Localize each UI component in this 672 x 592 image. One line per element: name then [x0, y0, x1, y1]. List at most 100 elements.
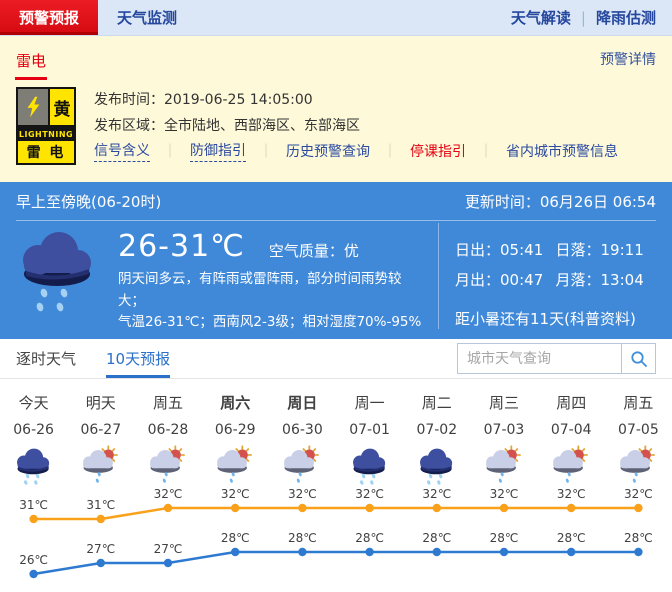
high-temp-label: 32℃ — [288, 487, 317, 501]
nav-separator: | — [581, 9, 586, 27]
sun-shower-icon — [146, 445, 190, 487]
forecast-day-column[interactable]: 周一07-01 — [336, 392, 403, 487]
high-temp-point — [567, 504, 575, 512]
rain-icon — [12, 445, 56, 487]
low-temp-point — [433, 548, 441, 556]
today-header: 早上至傍晚(06-20时) 更新时间：06月26日 06:54 — [16, 182, 656, 221]
day-weather-icon — [538, 445, 605, 487]
today-body: 26-31℃ 空气质量：优 阴天间多云，有阵雨或雷阵雨，部分时间雨势较大； 气温… — [16, 221, 656, 334]
warning-tabbar: 雷电 预警详情 — [16, 36, 656, 80]
high-temp-point — [634, 504, 642, 512]
day-name: 今天 — [0, 392, 67, 413]
forecast-day-column[interactable]: 周五07-05 — [605, 392, 672, 487]
link-weather-interpretation[interactable]: 天气解读 — [511, 7, 571, 28]
high-temp-point — [231, 504, 239, 512]
day-date: 07-03 — [470, 422, 537, 438]
low-temp-label: 27℃ — [86, 542, 115, 556]
update-time-value: 06月26日 06:54 — [540, 193, 656, 211]
forecast-day-column[interactable]: 周四07-04 — [538, 392, 605, 487]
link-class-suspension-guide[interactable]: 停课指引 — [410, 141, 466, 161]
search-button[interactable] — [621, 343, 656, 374]
publish-time-label: 发布时间： — [94, 92, 164, 108]
warning-code-text: LIGHTNING — [18, 127, 74, 141]
publish-area-label: 发布区域： — [94, 118, 164, 134]
link-warning-history[interactable]: 历史预警查询 — [286, 141, 370, 161]
link-separator: ｜ — [383, 141, 397, 161]
low-temp-label: 27℃ — [154, 542, 183, 556]
tab-10day-forecast[interactable]: 10天预报 — [106, 339, 170, 378]
low-temp-label: 28℃ — [422, 531, 451, 545]
tab-weather-monitor[interactable]: 天气监测 — [98, 0, 196, 35]
tab-warning-forecast[interactable]: 预警预报 — [0, 0, 98, 35]
city-search-input[interactable] — [457, 343, 621, 374]
high-temp-line — [34, 508, 639, 519]
high-temp-point — [164, 504, 172, 512]
link-rain-estimation[interactable]: 降雨估测 — [596, 7, 656, 28]
day-weather-icon — [605, 445, 672, 487]
forecast-day-column[interactable]: 周五 06-28 — [134, 392, 201, 487]
day-name: 周一 — [336, 392, 403, 413]
high-temp-label: 32℃ — [221, 487, 250, 501]
warning-detail-link[interactable]: 预警详情 — [600, 49, 656, 80]
low-temp-point — [29, 570, 37, 578]
warning-links: 信号含义 ｜ 防御指引 ｜ 历史预警查询 ｜ 停课指引 ｜ 省内城市预警信息 — [94, 140, 618, 162]
day-date: 06-30 — [269, 422, 336, 438]
moonrise: 月出：00:47 — [455, 269, 556, 290]
forecast-day-column[interactable]: 明天06-27 — [67, 392, 134, 487]
high-temp-label: 32℃ — [422, 487, 451, 501]
link-separator: ｜ — [163, 141, 177, 161]
air-quality-value: 优 — [344, 242, 359, 260]
publish-time-row: 发布时间：2019-06-25 14:05:00 — [94, 89, 618, 109]
day-weather-icon — [67, 445, 134, 487]
weather-description-line2: 气温26-31℃；西南风2-3级；相对湿度70%-95% — [118, 312, 424, 334]
high-temp-label: 32℃ — [624, 487, 653, 501]
forecast-day-column[interactable]: 周二07-02 — [403, 392, 470, 487]
low-temp-point — [500, 548, 508, 556]
warning-info: 发布时间：2019-06-25 14:05:00 发布区域：全市陆地、西部海区、… — [94, 87, 618, 165]
warning-panel: 雷电 预警详情 黄 LIGHTNING 雷 电 发布时间：2019-06-25 … — [0, 36, 672, 182]
lightning-warning-badge-icon: 黄 LIGHTNING 雷 电 — [16, 87, 76, 165]
link-separator: ｜ — [259, 141, 273, 161]
link-signal-meaning[interactable]: 信号含义 — [94, 140, 150, 162]
day-date: 06-28 — [134, 422, 201, 438]
high-temp-label: 32℃ — [557, 487, 586, 501]
sun-shower-icon — [79, 445, 123, 487]
warning-name-text: 雷 电 — [18, 141, 74, 163]
day-weather-icon — [470, 445, 537, 487]
forecast-day-column[interactable]: 周三07-03 — [470, 392, 537, 487]
forecast-day-column[interactable]: 周六06-29 — [202, 392, 269, 487]
top-nav: 预警预报 天气监测 天气解读 | 降雨估测 — [0, 0, 672, 36]
moonset: 月落：13:04 — [556, 269, 657, 290]
high-temp-point — [29, 515, 37, 523]
link-defense-guide[interactable]: 防御指引 — [190, 140, 246, 162]
high-temp-point — [500, 504, 508, 512]
low-temp-line — [34, 552, 639, 574]
day-name: 周五 — [134, 392, 201, 413]
publish-area-row: 发布区域：全市陆地、西部海区、东部海区 — [94, 115, 618, 135]
rain-icon — [415, 445, 459, 487]
low-temp-label: 28℃ — [490, 531, 519, 545]
today-weather-panel: 早上至傍晚(06-20时) 更新时间：06月26日 06:54 — [0, 182, 672, 339]
day-name: 周日 — [269, 392, 336, 413]
temp-chart: 31℃31℃32℃32℃32℃32℃32℃32℃32℃32℃26℃27℃27℃2… — [0, 487, 672, 592]
forecast-day-column[interactable]: 今天06-26 — [0, 392, 67, 487]
day-date: 07-02 — [403, 422, 470, 438]
high-temp-point — [298, 504, 306, 512]
day-weather-icon — [269, 445, 336, 487]
warning-type-tab[interactable]: 雷电 — [16, 50, 46, 80]
high-temp-point — [433, 504, 441, 512]
search-icon — [630, 350, 648, 368]
low-temp-point — [634, 548, 642, 556]
high-temp-label: 31℃ — [86, 498, 115, 512]
high-temp-label: 31℃ — [19, 498, 48, 512]
temp-range: 26-31℃ — [118, 229, 245, 264]
day-name: 周五 — [605, 392, 672, 413]
day-date: 06-27 — [67, 422, 134, 438]
rain-cloud-icon — [16, 227, 112, 323]
high-temp-point — [365, 504, 373, 512]
solar-term-countdown-link[interactable]: 距小暑还有11天(科普资料) — [455, 308, 656, 329]
link-province-city-warnings[interactable]: 省内城市预警信息 — [506, 141, 618, 161]
day-weather-icon — [202, 445, 269, 487]
tab-hourly-weather[interactable]: 逐时天气 — [16, 339, 76, 378]
forecast-day-column[interactable]: 周日 06-30 — [269, 392, 336, 487]
